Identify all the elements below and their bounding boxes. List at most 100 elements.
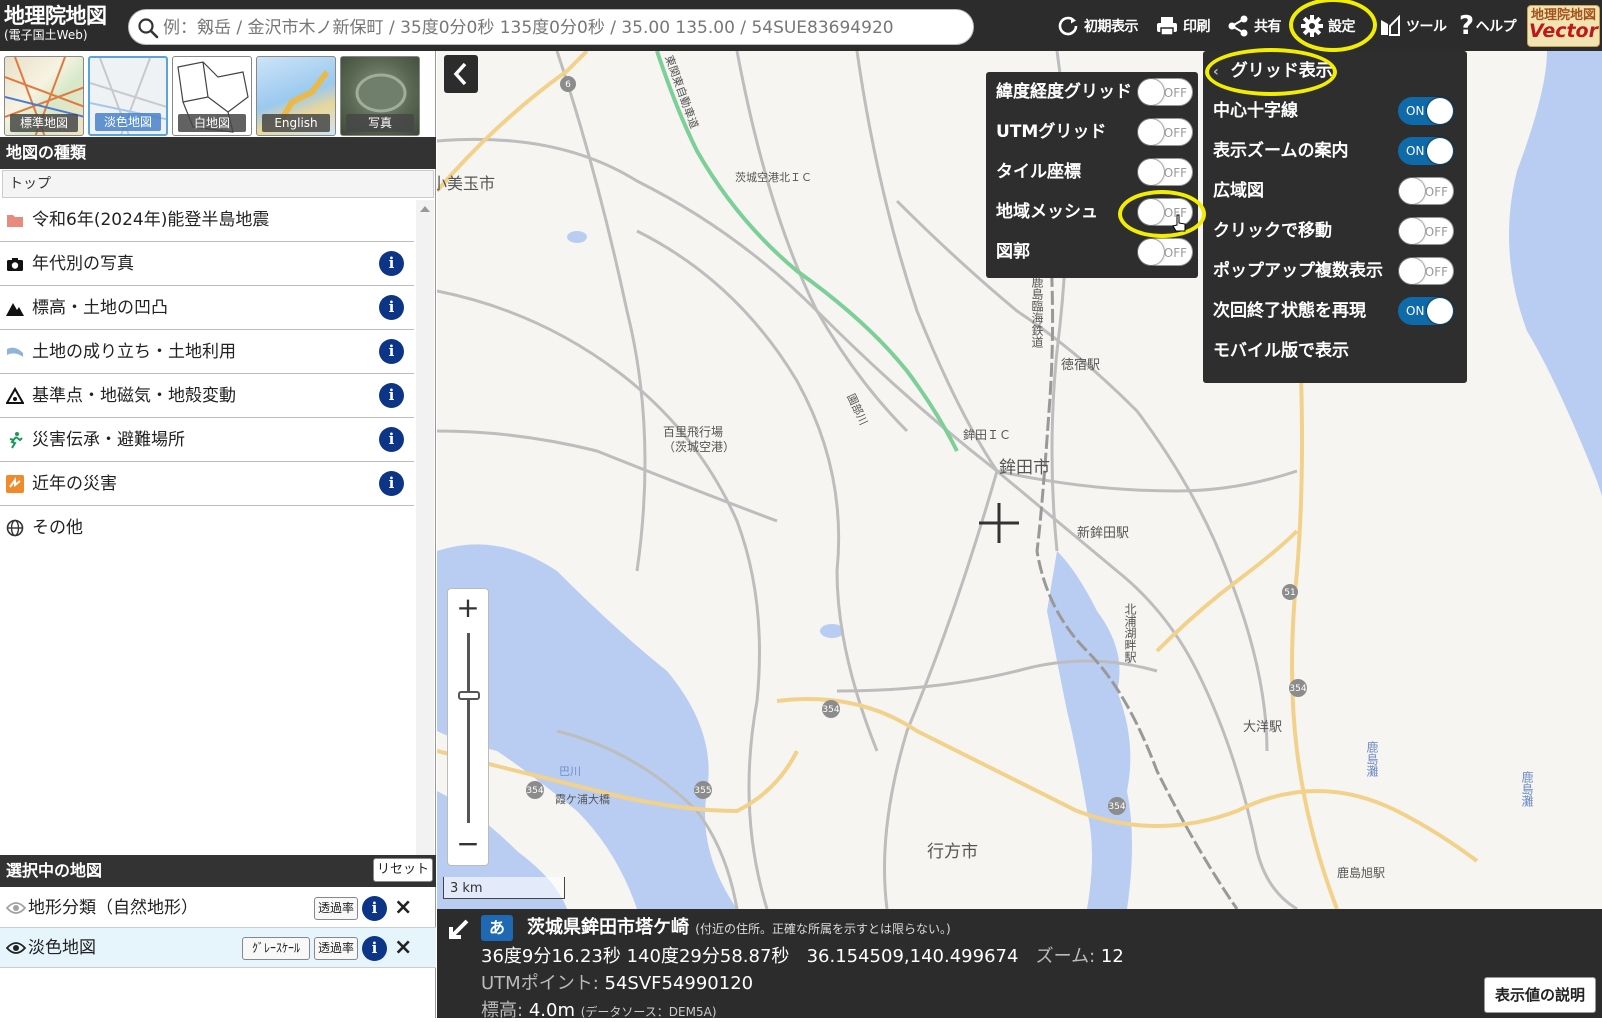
reset-button[interactable]: リセット <box>373 858 433 882</box>
eye-icon[interactable] <box>6 901 26 915</box>
toggle-switch[interactable]: OFF <box>1398 217 1454 245</box>
thumb-english-label: English <box>262 114 330 132</box>
grid-row-utm[interactable]: UTMグリッド OFF <box>986 112 1198 152</box>
toggle-switch[interactable]: ON <box>1398 97 1454 125</box>
search-input[interactable] <box>163 14 963 42</box>
address-reading-toggle[interactable]: あ <box>481 915 513 941</box>
disaster-icon <box>6 475 24 493</box>
toggle-switch[interactable]: ON <box>1398 297 1454 325</box>
map-label: 霞ケ浦大橋 <box>555 792 610 806</box>
highlight-circle-grid <box>1205 48 1337 96</box>
tools-button[interactable]: ツール <box>1378 12 1447 40</box>
route-number: 354 <box>526 786 543 796</box>
explain-values-button[interactable]: 表示値の説明 <box>1484 977 1596 1013</box>
info-icon[interactable]: i <box>379 339 404 364</box>
pointer-hand-icon <box>1172 214 1186 232</box>
info-icon[interactable]: i <box>379 471 404 496</box>
grid-row-latlon[interactable]: 緯度経度グリッド OFF <box>986 72 1198 112</box>
search-icon[interactable] <box>137 17 159 39</box>
settings-row[interactable]: ポップアップ複数表示 OFF <box>1203 251 1467 291</box>
close-icon[interactable]: × <box>394 928 412 968</box>
print-label: 印刷 <box>1183 19 1211 35</box>
toggle-switch[interactable]: OFF <box>1137 118 1193 146</box>
toggle-switch[interactable]: ON <box>1398 137 1454 165</box>
settings-row[interactable]: 広域図 OFF <box>1203 171 1467 211</box>
list-item-label: 近年の災害 <box>32 474 117 494</box>
folder-icon <box>7 215 23 227</box>
settings-row[interactable]: 次回終了状態を再現 ON <box>1203 291 1467 331</box>
app-logo[interactable]: 地理院地図 (電子国土Web) <box>4 6 122 42</box>
list-item[interactable]: 土地の成り立ち・土地利用 i <box>0 330 414 374</box>
grid-row-label: 緯度経度グリッド <box>996 82 1132 102</box>
selected-map-row: 地形分類（自然地形） 透過率 i × <box>0 888 436 928</box>
selected-map-label: 地形分類（自然地形） <box>28 898 198 918</box>
collapse-sidebar-button[interactable] <box>444 55 478 93</box>
settings-row-label: 広域図 <box>1213 181 1264 201</box>
refresh-icon <box>1058 16 1078 36</box>
info-icon[interactable]: i <box>379 427 404 452</box>
opacity-button[interactable]: 透過率 <box>314 897 358 920</box>
land-icon <box>7 347 23 357</box>
help-button[interactable]: ? ヘルプ <box>1459 11 1517 41</box>
toggle-switch[interactable]: OFF <box>1137 158 1193 186</box>
close-icon[interactable]: × <box>394 888 412 928</box>
zoom-control: + − <box>447 588 489 866</box>
thumb-pale[interactable]: 淡色地図 <box>88 56 168 136</box>
zoom-slider-track[interactable] <box>467 633 470 823</box>
settings-row-label: クリックで移動 <box>1213 221 1332 241</box>
map-label: 行方市 <box>927 842 978 862</box>
toggle-switch[interactable]: OFF <box>1137 238 1193 266</box>
location-info-bar: あ 茨城県鉾田市塔ケ崎 (付近の住所。正確な所属を示すとは限らない。) 36度9… <box>437 909 1602 1021</box>
thumb-photo[interactable]: 写真 <box>340 56 420 136</box>
thumb-blank[interactable]: 白地図 <box>172 56 252 136</box>
settings-row-label: 表示ズームの案内 <box>1213 141 1349 161</box>
opacity-button[interactable]: 透過率 <box>314 937 358 960</box>
thumb-english[interactable]: English <box>256 56 336 136</box>
toggle-switch[interactable]: OFF <box>1398 257 1454 285</box>
info-icon[interactable]: i <box>362 896 387 921</box>
list-scrollbar[interactable] <box>416 200 434 870</box>
reset-view-button[interactable]: 初期表示 <box>1056 12 1139 40</box>
map-label: 百里飛行場 <box>663 425 723 439</box>
settings-row[interactable]: 中心十字線 ON <box>1203 91 1467 131</box>
sidebar: 標準地図 淡色地図 白地図 English 写真 地図の種類 トップ 令和6年(… <box>0 51 436 1018</box>
eye-icon[interactable] <box>6 941 26 955</box>
pond <box>567 231 587 243</box>
print-button[interactable]: 印刷 <box>1155 12 1211 40</box>
settings-row[interactable]: 表示ズームの案内 ON <box>1203 131 1467 171</box>
scroll-up-icon[interactable] <box>420 206 430 212</box>
share-button[interactable]: 共有 <box>1226 12 1282 40</box>
thumb-standard[interactable]: 標準地図 <box>4 56 84 136</box>
grayscale-button[interactable]: ｸﾞﾚｰｽｹｰﾙ <box>242 937 310 960</box>
zoom-in-button[interactable]: + <box>448 593 488 623</box>
expand-arrow-icon[interactable] <box>445 917 471 943</box>
reset-view-label: 初期表示 <box>1084 19 1139 35</box>
zoom-out-button[interactable]: − <box>448 829 488 859</box>
info-icon[interactable]: i <box>379 251 404 276</box>
grid-row-tile[interactable]: タイル座標 OFF <box>986 152 1198 192</box>
list-item[interactable]: 令和6年(2024年)能登半島地震 <box>0 198 414 242</box>
breadcrumb[interactable]: トップ <box>2 170 434 198</box>
map-label: 園部川 <box>844 391 871 427</box>
list-item[interactable]: 災害伝承・避難場所 i <box>0 418 414 462</box>
toggle-switch[interactable]: OFF <box>1398 177 1454 205</box>
list-item[interactable]: 基準点・地磁気・地殻変動 i <box>0 374 414 418</box>
map-label: 徳宿駅 <box>1061 357 1100 373</box>
toggle-switch[interactable]: OFF <box>1137 78 1193 106</box>
vector-logo[interactable]: 地理院地図 Vector <box>1527 5 1600 47</box>
map-types-title: 地図の種類 <box>0 137 436 169</box>
list-item[interactable]: 標高・土地の凹凸 i <box>0 286 414 330</box>
info-icon[interactable]: i <box>379 295 404 320</box>
info-icon[interactable]: i <box>362 936 387 961</box>
info-icon[interactable]: i <box>379 383 404 408</box>
zoom-slider-handle[interactable] <box>458 691 480 700</box>
settings-row[interactable]: クリックで移動 OFF <box>1203 211 1467 251</box>
list-item[interactable]: 年代別の写真 i <box>0 242 414 286</box>
grid-row-sheet[interactable]: 図郭 OFF <box>986 232 1198 272</box>
settings-row[interactable]: モバイル版で表示 <box>1203 331 1467 371</box>
list-item[interactable]: その他 <box>0 506 414 550</box>
search-box <box>128 9 974 45</box>
highlight-circle-mesh <box>1118 190 1206 238</box>
list-item[interactable]: 近年の災害 i <box>0 462 414 506</box>
route-number: 355 <box>694 786 711 796</box>
